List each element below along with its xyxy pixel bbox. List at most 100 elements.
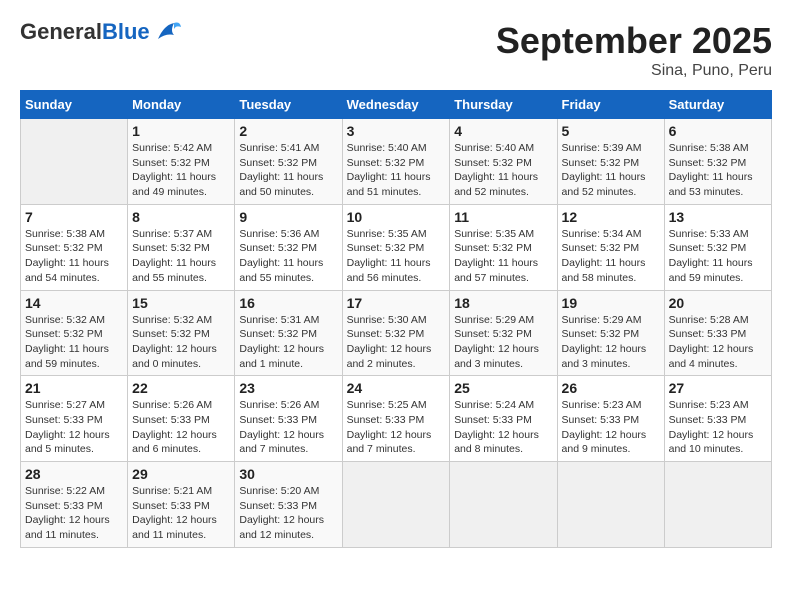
day-info: Sunrise: 5:42 AM Sunset: 5:32 PM Dayligh… xyxy=(132,141,230,200)
day-number: 21 xyxy=(25,380,123,396)
calendar-cell: 5 Sunrise: 5:39 AM Sunset: 5:32 PM Daylig… xyxy=(557,119,664,205)
logo-blue: Blue xyxy=(102,19,150,44)
calendar-header-monday: Monday xyxy=(128,91,235,119)
day-info: Sunrise: 5:26 AM Sunset: 5:33 PM Dayligh… xyxy=(239,398,337,457)
day-number: 7 xyxy=(25,209,123,225)
day-info: Sunrise: 5:31 AM Sunset: 5:32 PM Dayligh… xyxy=(239,313,337,372)
day-number: 18 xyxy=(454,295,552,311)
day-info: Sunrise: 5:23 AM Sunset: 5:33 PM Dayligh… xyxy=(562,398,660,457)
day-number: 5 xyxy=(562,123,660,139)
calendar-cell: 6Sunrise: 5:38 AM Sunset: 5:32 PM Daylig… xyxy=(664,119,771,205)
page-header: GeneralBlue September 2025 Sina, Puno, P… xyxy=(20,20,772,80)
day-info: Sunrise: 5:30 AM Sunset: 5:32 PM Dayligh… xyxy=(347,313,446,372)
calendar-cell: 1 Sunrise: 5:42 AM Sunset: 5:32 PM Daylig… xyxy=(128,119,235,205)
day-number: 28 xyxy=(25,466,123,482)
calendar-header-sunday: Sunday xyxy=(21,91,128,119)
logo-bird-icon xyxy=(154,21,182,43)
day-info: Sunrise: 5:40 AM Sunset: 5:32 PM Dayligh… xyxy=(347,141,446,200)
calendar-header-thursday: Thursday xyxy=(450,91,557,119)
calendar-cell: 11Sunrise: 5:35 AM Sunset: 5:32 PM Dayli… xyxy=(450,204,557,290)
calendar-cell xyxy=(21,119,128,205)
calendar-cell: 16 Sunrise: 5:31 AM Sunset: 5:32 PM Dayli… xyxy=(235,290,342,376)
logo: GeneralBlue xyxy=(20,20,182,44)
calendar-cell: 14Sunrise: 5:32 AM Sunset: 5:32 PM Dayli… xyxy=(21,290,128,376)
day-number: 27 xyxy=(669,380,767,396)
day-info: Sunrise: 5:28 AM Sunset: 5:33 PM Dayligh… xyxy=(669,313,767,372)
calendar-cell xyxy=(450,462,557,548)
calendar-week-row: 14 Sunrise: 5:32 AM Sunset: 5:32 PM Dayli… xyxy=(21,290,772,376)
calendar-cell: 8 Sunrise: 5:37 AM Sunset: 5:32 PM Daylig… xyxy=(128,204,235,290)
day-number: 13 xyxy=(669,209,767,225)
day-info: Sunrise: 5:23 AM Sunset: 5:33 PM Dayligh… xyxy=(669,398,767,457)
calendar-cell: 24 Sunrise: 5:25 AM Sunset: 5:33 PM Dayli… xyxy=(342,376,450,462)
calendar-cell: 22Sunrise: 5:26 AM Sunset: 5:33 PM Dayli… xyxy=(128,376,235,462)
day-number: 3 xyxy=(347,123,446,139)
day-number: 26 xyxy=(562,380,660,396)
day-number: 8 xyxy=(132,209,230,225)
day-number: 24 xyxy=(347,380,446,396)
calendar-cell: 26 Sunrise: 5:23 AM Sunset: 5:33 PM Dayli… xyxy=(557,376,664,462)
day-number: 9 xyxy=(239,209,337,225)
day-info: Sunrise: 5:22 AM Sunset: 5:33 PM Dayligh… xyxy=(25,484,123,543)
day-info: Sunrise: 5:34 AM Sunset: 5:32 PM Dayligh… xyxy=(562,227,660,286)
day-number: 30 xyxy=(239,466,337,482)
day-info: Sunrise: 5:40 AM Sunset: 5:32 PM Dayligh… xyxy=(454,141,552,200)
day-number: 14 xyxy=(25,295,123,311)
calendar-week-row: 28 Sunrise: 5:22 AM Sunset: 5:33 PM Dayli… xyxy=(21,462,772,548)
day-info: Sunrise: 5:20 AM Sunset: 5:33 PM Dayligh… xyxy=(239,484,337,543)
calendar-cell: 4 Sunrise: 5:40 AM Sunset: 5:32 PM Daylig… xyxy=(450,119,557,205)
day-info: Sunrise: 5:39 AM Sunset: 5:32 PM Dayligh… xyxy=(562,141,660,200)
day-info: Sunrise: 5:41 AM Sunset: 5:32 PM Dayligh… xyxy=(239,141,337,200)
day-info: Sunrise: 5:27 AM Sunset: 5:33 PM Dayligh… xyxy=(25,398,123,457)
day-number: 12 xyxy=(562,209,660,225)
day-number: 29 xyxy=(132,466,230,482)
calendar-cell: 27 Sunrise: 5:23 AM Sunset: 5:33 PM Dayli… xyxy=(664,376,771,462)
day-number: 25 xyxy=(454,380,552,396)
calendar-week-row: 1 Sunrise: 5:42 AM Sunset: 5:32 PM Daylig… xyxy=(21,119,772,205)
calendar-cell xyxy=(557,462,664,548)
day-info: Sunrise: 5:37 AM Sunset: 5:32 PM Dayligh… xyxy=(132,227,230,286)
day-number: 17 xyxy=(347,295,446,311)
calendar-cell: 7 Sunrise: 5:38 AM Sunset: 5:32 PM Daylig… xyxy=(21,204,128,290)
day-number: 20 xyxy=(669,295,767,311)
title-section: September 2025 Sina, Puno, Peru xyxy=(496,20,772,80)
day-info: Sunrise: 5:25 AM Sunset: 5:33 PM Dayligh… xyxy=(347,398,446,457)
day-info: Sunrise: 5:29 AM Sunset: 5:32 PM Dayligh… xyxy=(454,313,552,372)
day-info: Sunrise: 5:29 AM Sunset: 5:32 PM Dayligh… xyxy=(562,313,660,372)
calendar-cell: 17 Sunrise: 5:30 AM Sunset: 5:32 PM Dayli… xyxy=(342,290,450,376)
calendar-cell: 30 Sunrise: 5:20 AM Sunset: 5:33 PM Dayli… xyxy=(235,462,342,548)
month-title: September 2025 xyxy=(496,20,772,62)
calendar-table: SundayMondayTuesdayWednesdayThursdayFrid… xyxy=(20,90,772,548)
calendar-cell: 9Sunrise: 5:36 AM Sunset: 5:32 PM Daylig… xyxy=(235,204,342,290)
calendar-header-wednesday: Wednesday xyxy=(342,91,450,119)
day-info: Sunrise: 5:21 AM Sunset: 5:33 PM Dayligh… xyxy=(132,484,230,543)
calendar-cell: 10Sunrise: 5:35 AM Sunset: 5:32 PM Dayli… xyxy=(342,204,450,290)
day-number: 1 xyxy=(132,123,230,139)
day-info: Sunrise: 5:24 AM Sunset: 5:33 PM Dayligh… xyxy=(454,398,552,457)
day-number: 19 xyxy=(562,295,660,311)
calendar-cell xyxy=(664,462,771,548)
calendar-cell: 23 Sunrise: 5:26 AM Sunset: 5:33 PM Dayli… xyxy=(235,376,342,462)
calendar-cell: 29 Sunrise: 5:21 AM Sunset: 5:33 PM Dayli… xyxy=(128,462,235,548)
calendar-week-row: 7 Sunrise: 5:38 AM Sunset: 5:32 PM Daylig… xyxy=(21,204,772,290)
calendar-week-row: 21 Sunrise: 5:27 AM Sunset: 5:33 PM Dayli… xyxy=(21,376,772,462)
day-info: Sunrise: 5:32 AM Sunset: 5:32 PM Dayligh… xyxy=(132,313,230,372)
calendar-cell: 19 Sunrise: 5:29 AM Sunset: 5:32 PM Dayli… xyxy=(557,290,664,376)
day-info: Sunrise: 5:38 AM Sunset: 5:32 PM Dayligh… xyxy=(25,227,123,286)
day-info: Sunrise: 5:33 AM Sunset: 5:32 PM Dayligh… xyxy=(669,227,767,286)
day-number: 4 xyxy=(454,123,552,139)
calendar-cell: 3 Sunrise: 5:40 AM Sunset: 5:32 PM Daylig… xyxy=(342,119,450,205)
calendar-header-tuesday: Tuesday xyxy=(235,91,342,119)
day-number: 23 xyxy=(239,380,337,396)
calendar-header-friday: Friday xyxy=(557,91,664,119)
calendar-cell: 20 Sunrise: 5:28 AM Sunset: 5:33 PM Dayli… xyxy=(664,290,771,376)
calendar-cell: 13 Sunrise: 5:33 AM Sunset: 5:32 PM Dayli… xyxy=(664,204,771,290)
day-info: Sunrise: 5:35 AM Sunset: 5:32 PM Dayligh… xyxy=(347,227,446,286)
day-info: Sunrise: 5:26 AM Sunset: 5:33 PM Dayligh… xyxy=(132,398,230,457)
day-info: Sunrise: 5:38 AM Sunset: 5:32 PM Dayligh… xyxy=(669,141,767,200)
day-number: 16 xyxy=(239,295,337,311)
calendar-header-saturday: Saturday xyxy=(664,91,771,119)
day-number: 2 xyxy=(239,123,337,139)
calendar-cell: 18 Sunrise: 5:29 AM Sunset: 5:32 PM Dayli… xyxy=(450,290,557,376)
calendar-cell: 12 Sunrise: 5:34 AM Sunset: 5:32 PM Dayli… xyxy=(557,204,664,290)
